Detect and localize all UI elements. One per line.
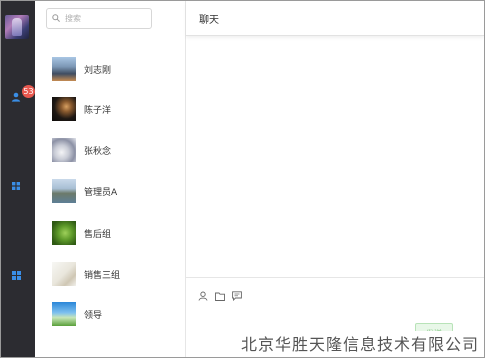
contact-name: 领导 bbox=[84, 311, 103, 321]
contact-item[interactable]: 领导 bbox=[35, 300, 184, 330]
contact-avatar bbox=[52, 97, 76, 121]
contact-name: 售后组 bbox=[84, 230, 112, 240]
unread-badge: 53 bbox=[22, 85, 35, 98]
message-area[interactable] bbox=[186, 36, 484, 276]
grid-menu-icon[interactable] bbox=[9, 268, 23, 282]
chat-header: 聊天 bbox=[186, 1, 484, 36]
contact-name: 管理员A bbox=[84, 188, 118, 198]
contact-item[interactable]: 销售三组 bbox=[35, 260, 184, 290]
search-box bbox=[46, 8, 152, 29]
apps-grid-icon[interactable] bbox=[9, 179, 23, 193]
app-window: 53 刘志刚 陈子洋 张秋念 管理员A bbox=[0, 0, 485, 358]
contact-avatar bbox=[52, 262, 76, 286]
contact-name: 陈子洋 bbox=[84, 106, 112, 116]
contact-avatar bbox=[52, 138, 76, 162]
contact-list-panel: 刘志刚 陈子洋 张秋念 管理员A 售后组 销售三组 领导 bbox=[35, 1, 186, 357]
folder-icon[interactable] bbox=[214, 290, 226, 302]
contact-avatar bbox=[52, 302, 76, 326]
contact-item[interactable]: 张秋念 bbox=[35, 136, 184, 166]
contact-name: 销售三组 bbox=[84, 271, 121, 281]
contact-name: 张秋念 bbox=[84, 147, 112, 157]
chat-panel: 聊天 发送 bbox=[186, 1, 484, 357]
side-rail: 53 bbox=[1, 1, 35, 357]
search-input[interactable] bbox=[65, 11, 149, 26]
search-icon bbox=[52, 14, 60, 22]
contact-avatar bbox=[52, 57, 76, 81]
contact-item[interactable]: 刘志刚 bbox=[35, 55, 184, 85]
chat-bubble-icon[interactable] bbox=[231, 290, 243, 302]
person-icon[interactable] bbox=[197, 290, 209, 302]
contact-item[interactable]: 陈子洋 bbox=[35, 95, 184, 125]
contact-avatar bbox=[52, 221, 76, 245]
chat-title: 聊天 bbox=[199, 15, 219, 26]
contact-avatar bbox=[52, 179, 76, 203]
contact-name: 刘志刚 bbox=[84, 66, 112, 76]
contact-item[interactable]: 管理员A bbox=[35, 177, 184, 207]
user-avatar[interactable] bbox=[5, 15, 29, 39]
company-watermark: 北京华胜天隆信息技术有限公司 bbox=[238, 331, 481, 355]
contacts-person-icon[interactable] bbox=[9, 90, 23, 104]
contact-item[interactable]: 售后组 bbox=[35, 219, 184, 249]
